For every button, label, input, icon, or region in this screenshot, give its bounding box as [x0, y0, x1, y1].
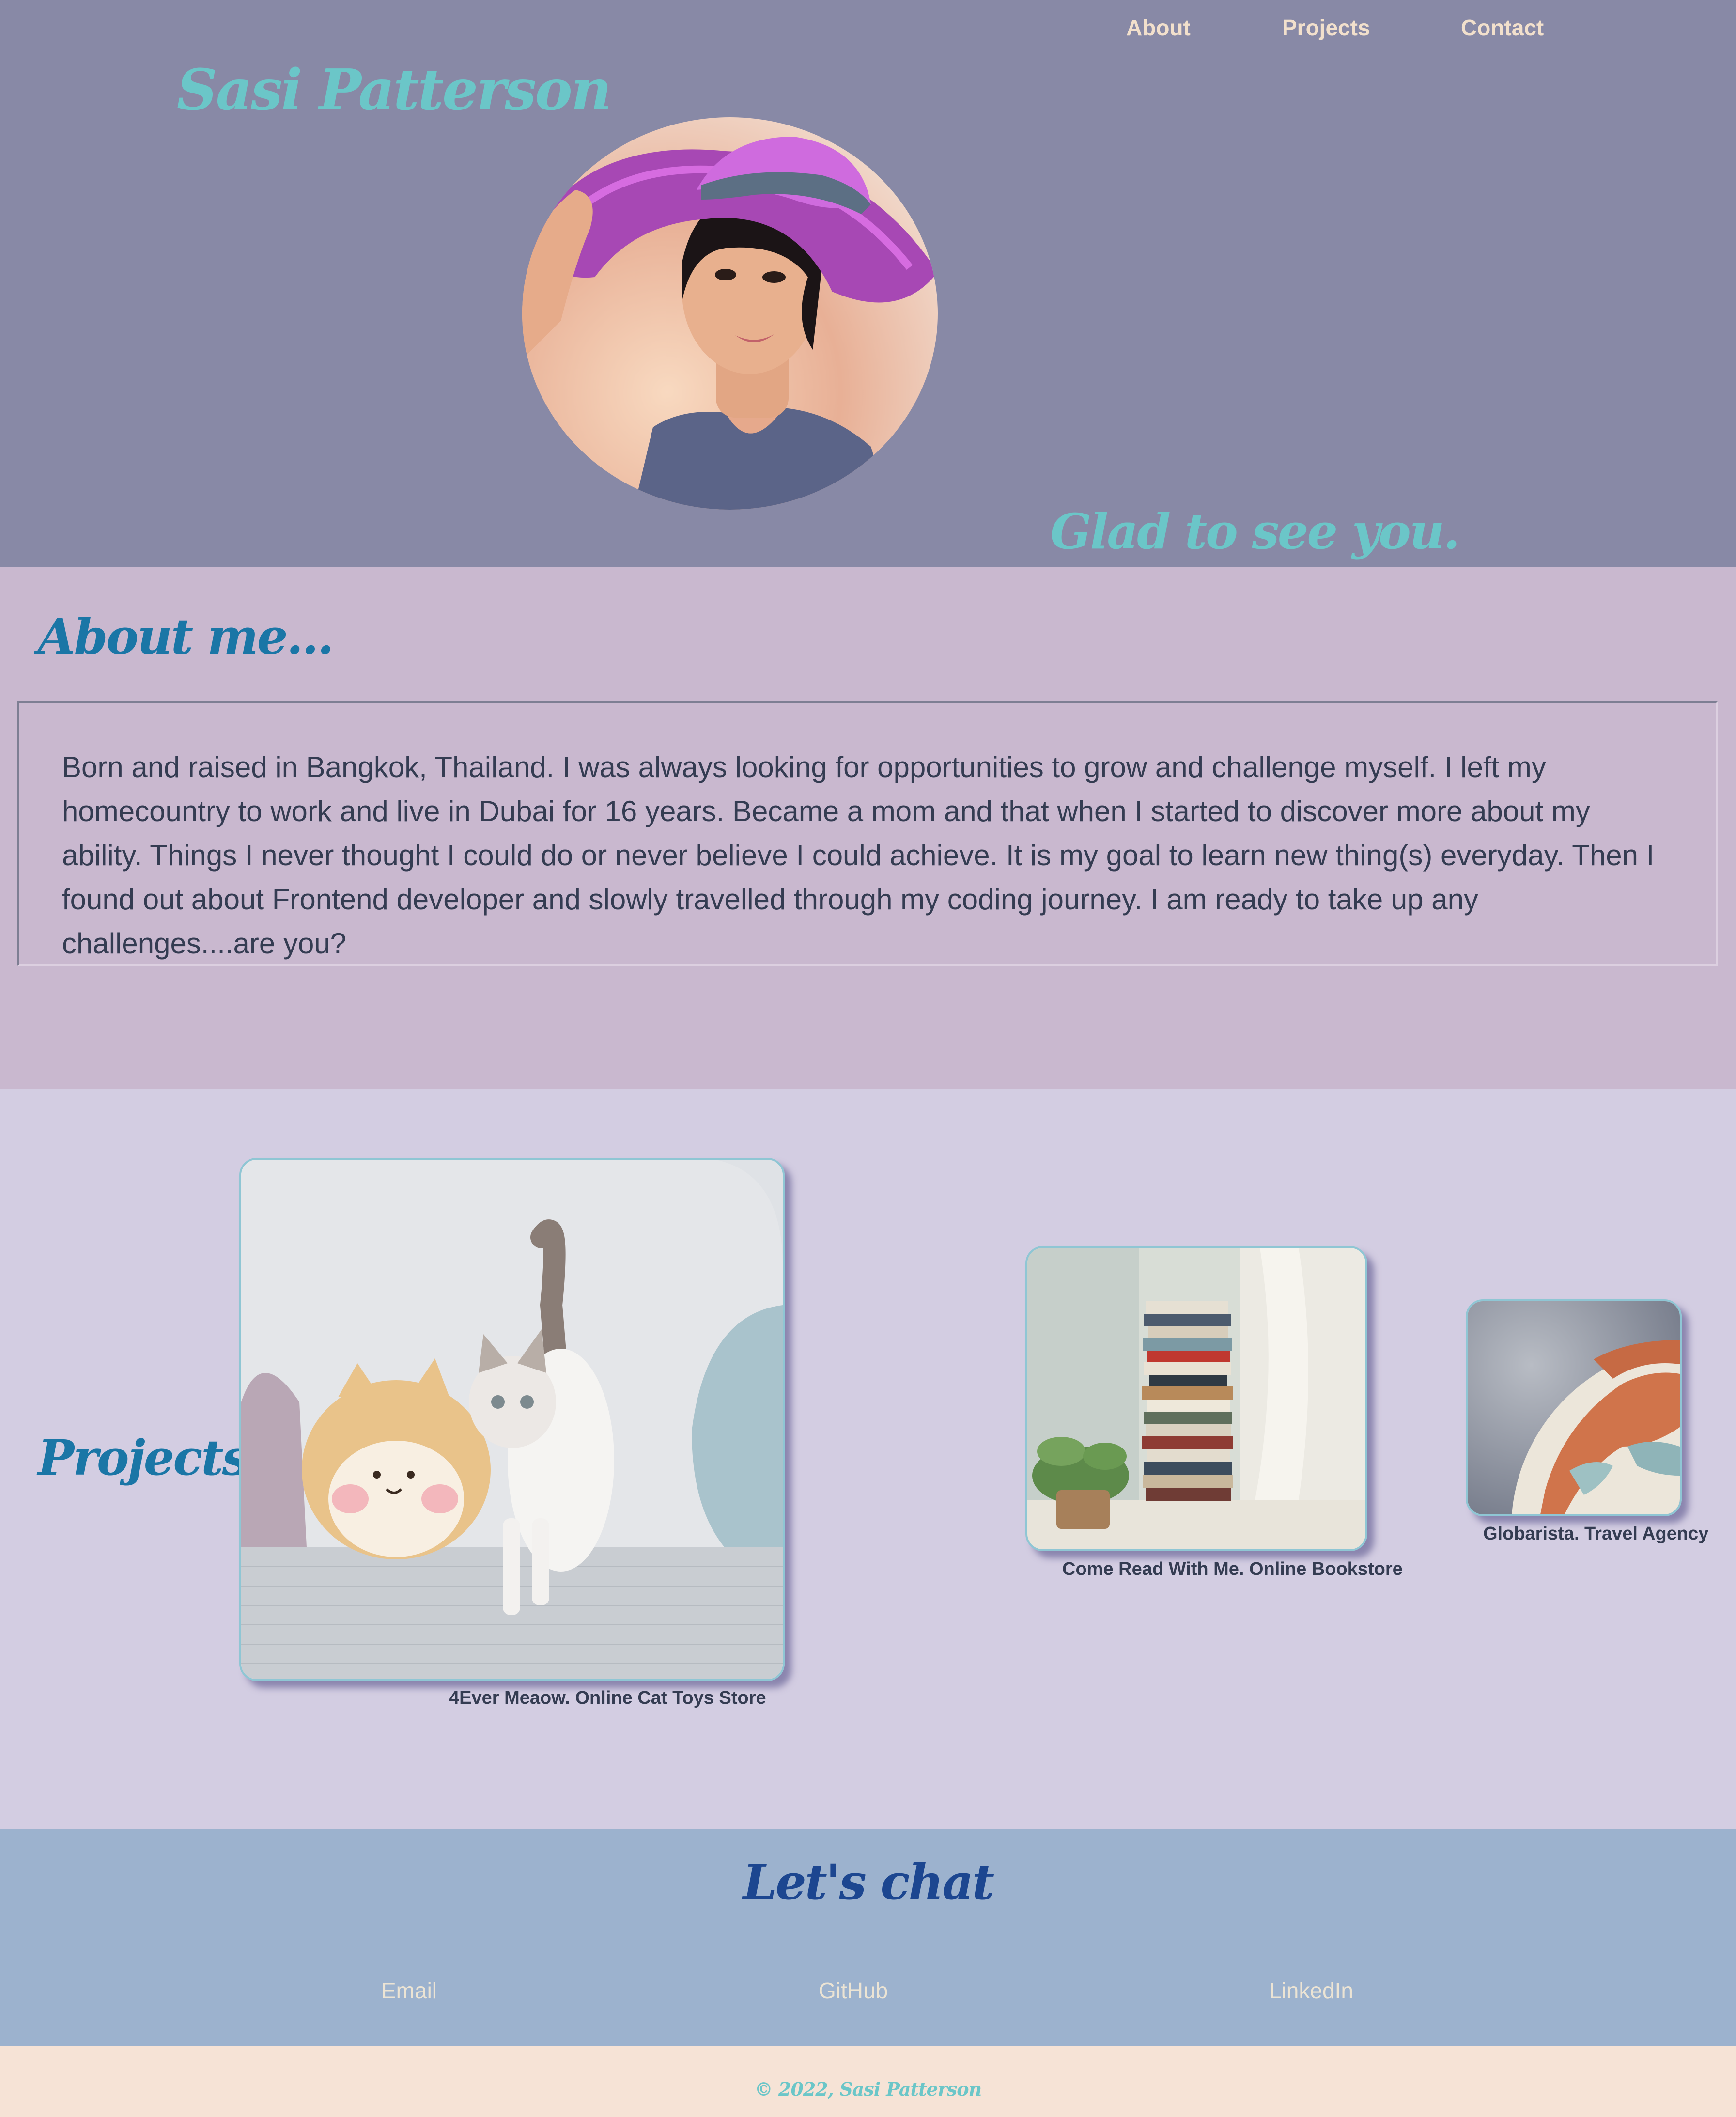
project-card-bookstore[interactable] [1025, 1246, 1367, 1551]
avatar [522, 117, 938, 510]
project-caption-travel-agency: Globarista. Travel Agency [1483, 1524, 1709, 1544]
project-card-cat-store[interactable] [239, 1158, 785, 1681]
book-stack-photo [1027, 1248, 1365, 1549]
about-paragraph: Born and raised in Bangkok, Thailand. I … [62, 751, 1655, 960]
globe-photo [1468, 1301, 1680, 1514]
avatar-illustration [522, 137, 938, 510]
projects-title: Projects [38, 1429, 249, 1486]
contact-title: Let's chat [743, 1853, 994, 1911]
cat-plush-photo [241, 1160, 783, 1679]
project-card-travel-agency[interactable] [1466, 1299, 1682, 1516]
project-caption-cat-store: 4Ever Meaow. Online Cat Toys Store [449, 1688, 766, 1708]
nav-contact-link[interactable]: Contact [1461, 15, 1544, 41]
linkedin-link[interactable]: LinkedIn [1269, 1977, 1353, 2004]
site-name: Sasi Patterson [177, 57, 612, 123]
nav-about-link[interactable]: About [1126, 15, 1191, 41]
nav-projects-link[interactable]: Projects [1282, 15, 1370, 41]
project-caption-bookstore: Come Read With Me. Online Bookstore [1062, 1559, 1403, 1579]
email-link[interactable]: Email [381, 1977, 437, 2004]
greeting-text: Glad to see you. [1050, 503, 1460, 560]
about-title: About me... [38, 608, 334, 665]
copyright-text: © 2022, Sasi Patterson [754, 2078, 982, 2100]
github-link[interactable]: GitHub [819, 1977, 888, 2004]
